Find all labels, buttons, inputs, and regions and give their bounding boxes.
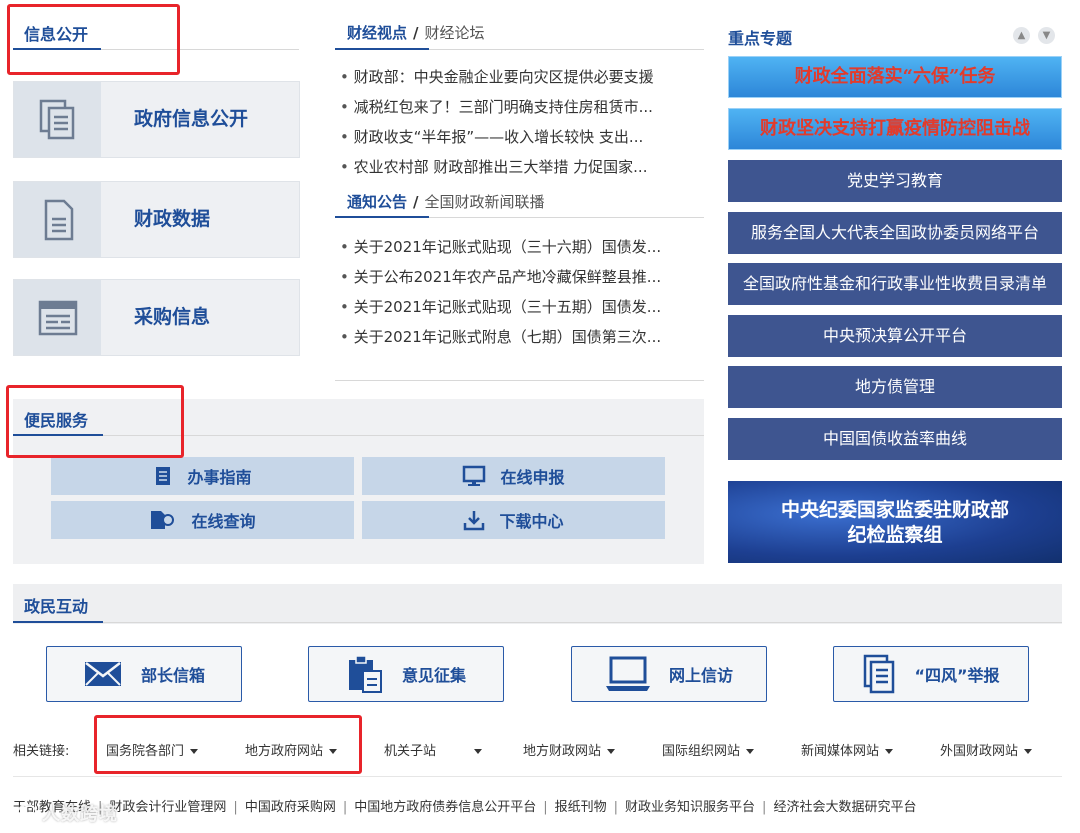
related-dropdown-news-media[interactable]: 新闻媒体网站 <box>801 740 894 759</box>
highlight-box-info-public <box>7 4 180 75</box>
service-label: 办事指南 <box>187 468 252 487</box>
news-bottom-divider <box>429 217 704 218</box>
tab-finance-forum[interactable]: 财经论坛 <box>425 24 485 42</box>
news-bottom-tabs: 通知公告 / 全国财政新闻联播 <box>347 193 545 211</box>
interaction-divider <box>103 622 1062 623</box>
list-item[interactable]: 财政收支“半年报”——收入增长较快 支出... <box>340 122 690 152</box>
report-document-icon <box>864 654 895 694</box>
card-label: 采购信息 <box>134 306 211 328</box>
interaction-label: “四风”举报 <box>914 666 1000 685</box>
topic-bond-yield-curve-button[interactable]: 中国国债收益率曲线 <box>728 418 1062 460</box>
footer-link[interactable]: 中国政府采购网 <box>245 800 336 815</box>
list-item[interactable]: 关于2021年记账式贴现（三十五期）国债发... <box>340 292 690 322</box>
browser-window-icon <box>14 280 101 355</box>
card-fiscal-data[interactable]: 财政数据 <box>13 181 300 258</box>
chevron-down-icon <box>885 749 894 754</box>
chevron-down-icon <box>474 749 483 754</box>
tab-finance-viewpoint[interactable]: 财经视点 <box>347 24 407 42</box>
watermark: 人数跨境 <box>16 800 118 826</box>
interaction-underline <box>13 621 103 623</box>
clipboard-icon <box>348 655 382 693</box>
related-dropdown-foreign-finance[interactable]: 外国财政网站 <box>940 740 1033 759</box>
chevron-down-icon <box>1024 749 1033 754</box>
footer-link[interactable]: 财政会计行业管理网 <box>109 800 226 815</box>
service-label: 在线申报 <box>500 468 565 487</box>
list-item[interactable]: 减税红包来了！三部门明确支持住房租赁市... <box>340 92 690 122</box>
search-magnifier-icon <box>151 511 175 529</box>
topic-local-debt-button[interactable]: 地方债管理 <box>728 366 1062 408</box>
related-links-label: 相关链接: <box>13 744 70 759</box>
topic-party-history-button[interactable]: 党史学习教育 <box>728 160 1062 202</box>
documents-icon <box>14 82 101 157</box>
service-label: 在线查询 <box>191 512 256 531</box>
interaction-header-panel <box>13 584 1062 624</box>
news-top-underline <box>335 48 429 50</box>
topic-fee-catalog-button[interactable]: 全国政府性基金和行政事业性收费目录清单 <box>728 263 1062 305</box>
list-item[interactable]: 关于公布2021年农产品产地冷藏保鲜整县推... <box>340 262 690 292</box>
topic-npc-cppcc-platform-button[interactable]: 服务全国人大代表全国政协委员网络平台 <box>728 212 1062 254</box>
service-label: 下载中心 <box>499 512 564 531</box>
news-top-list: 财政部：中央金融企业要向灾区提供必要支援 减税红包来了！三部门明确支持住房租赁市… <box>340 62 690 182</box>
tab-national-news[interactable]: 全国财政新闻联播 <box>425 193 545 211</box>
card-gov-info-public[interactable]: 政府信息公开 <box>13 81 300 158</box>
document-icon <box>14 182 101 257</box>
six-guarantees-banner[interactable]: 财政全面落实“六保”任务 <box>728 56 1062 98</box>
scroll-down-button[interactable]: ▼ <box>1038 27 1055 44</box>
laptop-icon <box>605 656 650 691</box>
related-dropdown-sub-sites[interactable]: 机关子站 <box>384 740 483 759</box>
interaction-title: 政民互动 <box>24 597 89 616</box>
news-bottom-underline <box>335 216 429 218</box>
online-petition-button[interactable]: 网上信访 <box>571 646 767 702</box>
interaction-label: 意见征集 <box>401 666 466 685</box>
footer-link[interactable]: 经济社会大数据研究平台 <box>773 800 916 815</box>
service-download-center-button[interactable]: 下载中心 <box>362 501 665 539</box>
list-item[interactable]: 关于2021年记账式附息（七期）国债第三次... <box>340 322 690 352</box>
four-winds-report-button[interactable]: “四风”举报 <box>833 646 1029 702</box>
topic-budget-platform-button[interactable]: 中央预决算公开平台 <box>728 315 1062 357</box>
news-end-divider <box>335 380 704 381</box>
list-item[interactable]: 财政部：中央金融企业要向灾区提供必要支援 <box>340 62 690 92</box>
opinion-collection-button[interactable]: 意见征集 <box>308 646 504 702</box>
footer-link[interactable]: 报纸刊物 <box>555 800 607 815</box>
service-online-query-button[interactable]: 在线查询 <box>51 501 354 539</box>
inspection-team-banner[interactable]: 中央纪委国家监委驻财政部 纪检监察组 <box>728 481 1062 563</box>
related-dropdown-intl-orgs[interactable]: 国际组织网站 <box>662 740 755 759</box>
news-bottom-list: 关于2021年记账式贴现（三十六期）国债发... 关于公布2021年农产品产地冷… <box>340 232 690 352</box>
interaction-label: 网上信访 <box>668 666 733 685</box>
card-label: 财政数据 <box>134 208 211 230</box>
news-top-tabs: 财经视点 / 财经论坛 <box>347 24 485 42</box>
service-online-apply-button[interactable]: 在线申报 <box>362 457 665 495</box>
related-dropdown-local-finance[interactable]: 地方财政网站 <box>523 740 616 759</box>
inspection-banner-line1: 中央纪委国家监委驻财政部 <box>780 499 1009 521</box>
news-top-divider <box>429 49 704 50</box>
inspection-banner-line2: 纪检监察组 <box>847 524 943 546</box>
interaction-label: 部长信箱 <box>140 666 205 685</box>
guide-document-icon <box>156 467 171 485</box>
service-guide-button[interactable]: 办事指南 <box>51 457 354 495</box>
list-item[interactable]: 关于2021年记账式贴现（三十六期）国债发... <box>340 232 690 262</box>
download-icon <box>464 511 485 531</box>
footer-links: 干部教育在线 | 财政会计行业管理网 | 中国政府采购网 | 中国地方政府债券信息公开平台 |… <box>13 800 917 815</box>
highlight-box-services <box>6 385 184 458</box>
tab-notices[interactable]: 通知公告 <box>347 193 407 211</box>
scroll-up-button[interactable]: ▲ <box>1013 27 1030 44</box>
card-procurement-info[interactable]: 采购信息 <box>13 279 300 356</box>
chevron-down-icon <box>607 749 616 754</box>
highlight-box-related-links <box>94 715 362 774</box>
services-divider <box>103 435 704 436</box>
footer-link[interactable]: 财政业务知识服务平台 <box>625 800 755 815</box>
monitor-icon <box>463 465 486 486</box>
links-divider <box>13 776 1062 777</box>
minister-mailbox-button[interactable]: 部长信箱 <box>46 646 242 702</box>
epidemic-support-banner[interactable]: 财政坚决支持打赢疫情防控阻击战 <box>728 108 1062 150</box>
footer-link[interactable]: 中国地方政府债券信息公开平台 <box>354 800 536 815</box>
list-item[interactable]: 农业农村部 财政部推出三大举措 力促国家... <box>340 152 690 182</box>
envelope-icon <box>84 662 121 686</box>
topics-title: 重点专题 <box>728 29 793 48</box>
card-label: 政府信息公开 <box>134 108 249 130</box>
chevron-down-icon <box>746 749 755 754</box>
